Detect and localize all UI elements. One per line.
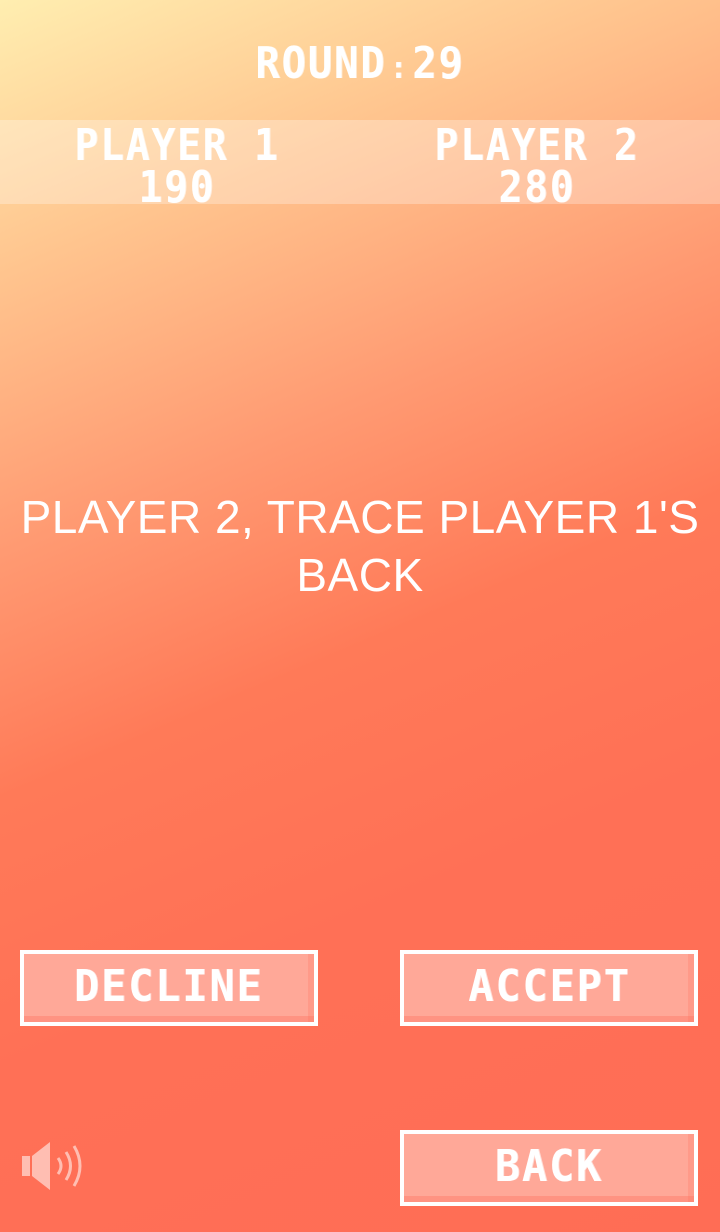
scoreboard: PLAYER 1 190 PLAYER 2 280	[0, 120, 720, 213]
accept-button[interactable]: ACCEPT	[400, 950, 698, 1026]
player-2-score-panel: PLAYER 2 280	[387, 120, 687, 213]
round-label: ROUND	[255, 38, 387, 89]
challenge-instruction: PLAYER 2, TRACE PLAYER 1'S BACK	[20, 491, 700, 601]
player-1-score: 190	[138, 162, 216, 213]
accept-button-label: ACCEPT	[467, 961, 631, 1012]
speaker-icon[interactable]	[20, 1136, 86, 1196]
round-number: 29	[412, 38, 465, 89]
round-indicator: ROUND:29	[29, 36, 691, 97]
round-separator: :	[390, 51, 409, 86]
decline-button-label: DECLINE	[74, 961, 264, 1012]
decline-button[interactable]: DECLINE	[20, 950, 318, 1026]
back-button-label: BACK	[494, 1141, 604, 1192]
back-button[interactable]: BACK	[400, 1130, 698, 1206]
player-1-score-panel: PLAYER 1 190	[27, 120, 327, 213]
player-2-score: 280	[498, 162, 576, 213]
